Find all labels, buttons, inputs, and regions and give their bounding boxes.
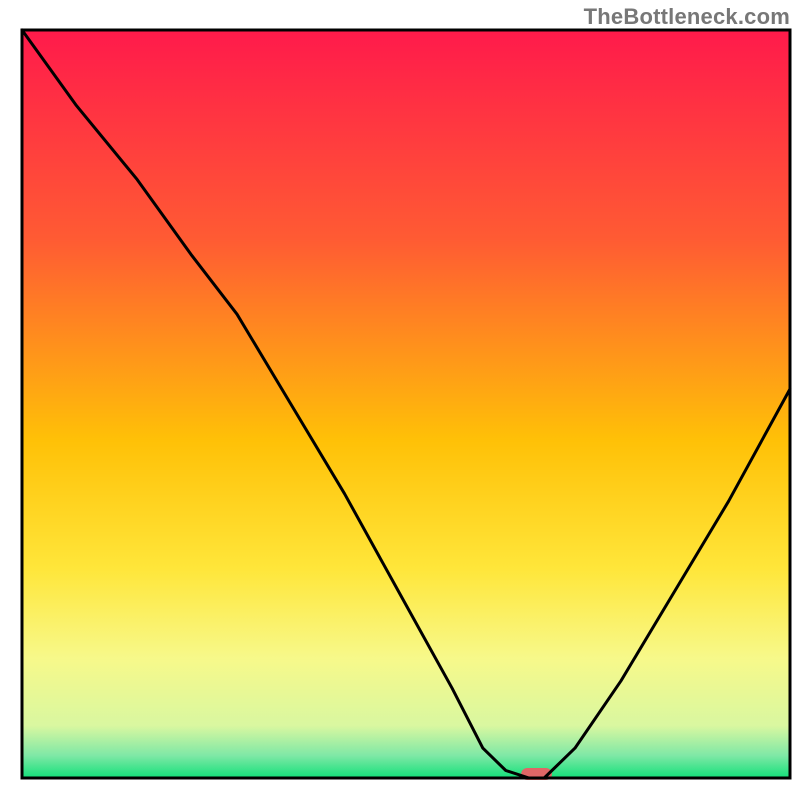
gradient-background	[22, 30, 790, 778]
bottleneck-chart	[0, 0, 800, 800]
chart-container: TheBottleneck.com	[0, 0, 800, 800]
watermark-text: TheBottleneck.com	[584, 4, 790, 30]
plot-area	[22, 30, 790, 780]
